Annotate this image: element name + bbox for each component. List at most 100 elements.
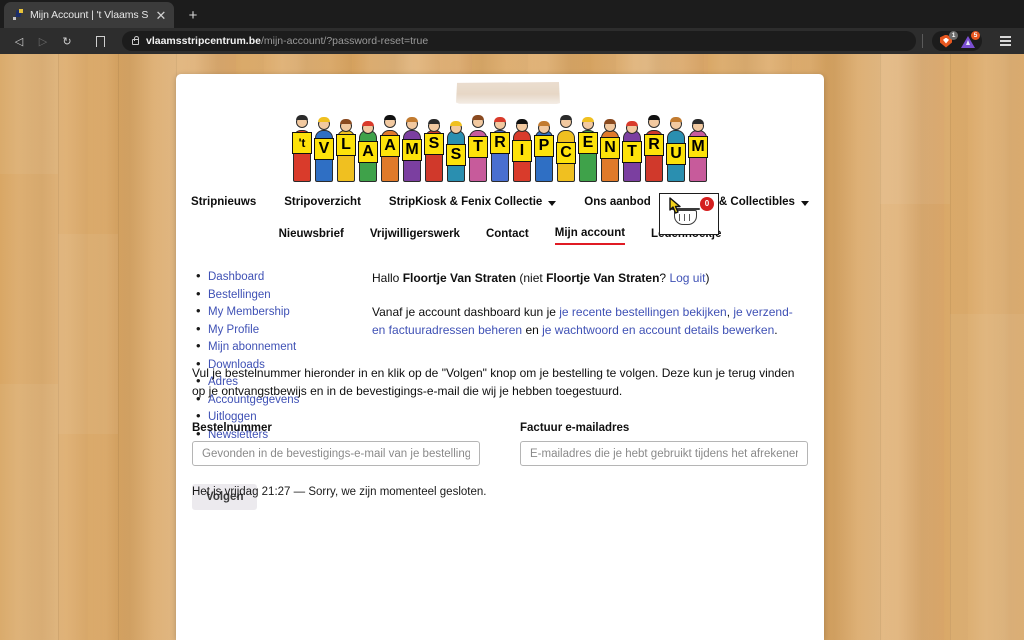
logo-letter-tile: R [643, 112, 665, 182]
url-text: vlaamsstripcentrum.be/mijn-account/?pass… [146, 35, 428, 47]
nav-item-label: Ons aanbod [584, 196, 651, 208]
cart-widget[interactable]: 0 [659, 193, 719, 235]
logo-letter-tile: S [423, 112, 445, 182]
nav-item-nieuwsbrief[interactable]: Nieuwsbrief [279, 228, 344, 244]
logo-letter-tile: U [665, 112, 687, 182]
nav-item-label: Stripoverzicht [284, 196, 361, 208]
dash-text-1: Vanaf je account dashboard kun je [372, 305, 560, 319]
dashboard-description: Vanaf je account dashboard kun je je rec… [372, 303, 802, 339]
nav-item-stripnieuws[interactable]: Stripnieuws [191, 196, 256, 212]
tape-decoration [456, 82, 560, 104]
sidebar-item-bestellingen[interactable]: Bestellingen [208, 289, 271, 301]
list-item: My Membership [188, 304, 372, 319]
nav-item-mijn-account[interactable]: Mijn account [554, 227, 626, 245]
list-item: Mijn abonnement [188, 339, 372, 354]
nav-item-stripoverzicht[interactable]: Stripoverzicht [284, 196, 361, 212]
nav-item-label: Mijn account [554, 227, 626, 239]
track-order-form: Bestelnummer Factuur e-mailadres [188, 422, 812, 466]
order-number-input[interactable] [192, 441, 480, 466]
list-item: Dashboard [188, 269, 372, 284]
main-navigation: Stripnieuws Stripoverzicht StripKiosk & Fe… [176, 196, 824, 245]
logo-letter-tile: E [577, 112, 599, 182]
logo-letter-tile: A [357, 112, 379, 182]
new-tab-button[interactable]: + [184, 7, 202, 24]
cart-count-badge: 0 [700, 197, 714, 211]
nav-item-label: Stripnieuws [191, 196, 257, 208]
lock-icon [132, 35, 139, 45]
extension-triangle-icon[interactable]: 5 [961, 31, 980, 48]
forward-icon[interactable]: ▷ [32, 31, 54, 51]
page-viewport: 't V L A A M S S T R I P C E N T R U M Stripnieuws Stripove… [0, 54, 1024, 640]
billing-email-input[interactable] [520, 441, 808, 466]
list-item: My Profile [188, 322, 372, 337]
logo-letter-tile: I [511, 112, 533, 182]
site-page-card: 't V L A A M S S T R I P C E N T R U M Stripnieuws Stripove… [176, 74, 824, 640]
back-icon[interactable]: ◁ [8, 31, 30, 51]
logo-letter-tile: V [313, 112, 335, 182]
menu-icon[interactable] [994, 31, 1016, 51]
store-closed-note: Het is vrijdag 21:27 — Sorry, we zijn mo… [192, 486, 487, 498]
sidebar-item-mijn-abonnement[interactable]: Mijn abonnement [208, 341, 296, 353]
user-name-alt: Floortje Van Straten [546, 271, 660, 285]
dash-text-4: . [774, 323, 778, 337]
greeting-suffix: ) [705, 271, 710, 285]
logo-letter-tile: N [599, 112, 621, 182]
list-item: Bestellingen [188, 287, 372, 302]
logo-letter-tile: M [687, 112, 709, 182]
logo-letter-tile: L [335, 112, 357, 182]
user-name: Floortje Van Straten [402, 271, 517, 285]
logout-link[interactable]: Log uit [669, 271, 705, 285]
nav-item-stripkiosk-fenix-collectie[interactable]: StripKiosk & Fenix Collectie [388, 196, 557, 212]
nav-item-ons-aanbod[interactable]: Ons aanbod [584, 196, 650, 212]
chevron-down-icon [548, 200, 557, 206]
sidebar-item-my-profile[interactable]: My Profile [208, 324, 259, 336]
nav-item-contact[interactable]: Contact [486, 228, 529, 244]
sidebar-item-dashboard[interactable]: Dashboard [208, 271, 264, 283]
greeting-prefix: Hallo [372, 271, 403, 285]
logo-letter-tile: A [379, 112, 401, 182]
site-logo[interactable]: 't V L A A M S S T R I P C E N T R U M [212, 104, 788, 182]
sidebar-item-my-membership[interactable]: My Membership [208, 306, 290, 318]
logo-letter-tile: T [621, 112, 643, 182]
account-main: Hallo Floortje Van Straten (niet Floortj… [372, 269, 812, 339]
dash-text-3: en [522, 323, 543, 337]
logo-letter-tile: M [401, 112, 423, 182]
cursor-arrow-icon [669, 197, 681, 214]
address-bar[interactable]: vlaamsstripcentrum.be/mijn-account/?pass… [122, 31, 916, 51]
logo-letters: 't V L A A M S S T R I P C E N T R U M [212, 104, 788, 182]
tab-title: Mijn Account | 't Vlaams Stripce [30, 9, 148, 21]
logo-letter-tile: 't [291, 112, 313, 182]
logo-letter-tile: T [467, 112, 489, 182]
recent-orders-link[interactable]: je recente bestellingen bekijken [559, 305, 726, 319]
logo-letter-tile: R [489, 112, 511, 182]
tab-strip: Mijn Account | 't Vlaams Stripce ✕ + [0, 0, 1024, 28]
nav-item-label: Nieuwsbrief [278, 228, 344, 240]
logo-letter-tile: C [555, 112, 577, 182]
reload-icon[interactable]: ↻ [56, 31, 78, 51]
greeting-line: Hallo Floortje Van Straten (niet Floortj… [372, 269, 802, 287]
extension-badge: 5 [971, 31, 980, 40]
close-icon[interactable]: ✕ [154, 9, 168, 22]
browser-window: Mijn Account | 't Vlaams Stripce ✕ + ◁ ▷… [0, 0, 1024, 640]
billing-email-label: Factuur e-mailadres [520, 422, 630, 434]
nav-item-label: StripKiosk & Fenix Collectie [388, 196, 543, 208]
url-domain: vlaamsstripcentrum.be [146, 35, 261, 47]
url-path: /mijn-account/?password-reset=true [260, 35, 429, 47]
chevron-down-icon [800, 200, 809, 206]
toolbar-divider [922, 34, 923, 48]
nav-row-secondary: Nieuwsbrief Vrijwilligerswerk Contact Mijn … [176, 227, 824, 245]
account-details-link[interactable]: je wachtwoord en account details bewerke… [542, 323, 774, 337]
logo-letter-tile: S [445, 112, 467, 182]
track-order-intro: Vul je bestelnummer hieronder in en klik… [192, 366, 795, 398]
bookmark-icon[interactable] [88, 31, 112, 52]
billing-email-field: Factuur e-mailadres [520, 422, 808, 466]
brave-shields-icon[interactable]: 1 [939, 31, 958, 48]
order-number-field: Bestelnummer [192, 422, 480, 466]
nav-row-primary: Stripnieuws Stripoverzicht StripKiosk & Fe… [176, 196, 824, 212]
browser-tab[interactable]: Mijn Account | 't Vlaams Stripce ✕ [4, 2, 174, 28]
greeting-mid: (niet [516, 271, 547, 285]
nav-item-vrijwilligerswerk[interactable]: Vrijwilligerswerk [370, 228, 460, 244]
site-favicon [12, 9, 24, 21]
browser-toolbar: ◁ ▷ ↻ vlaamsstripcentrum.be/mijn-account… [0, 28, 1024, 54]
nav-item-label: Contact [485, 228, 529, 240]
